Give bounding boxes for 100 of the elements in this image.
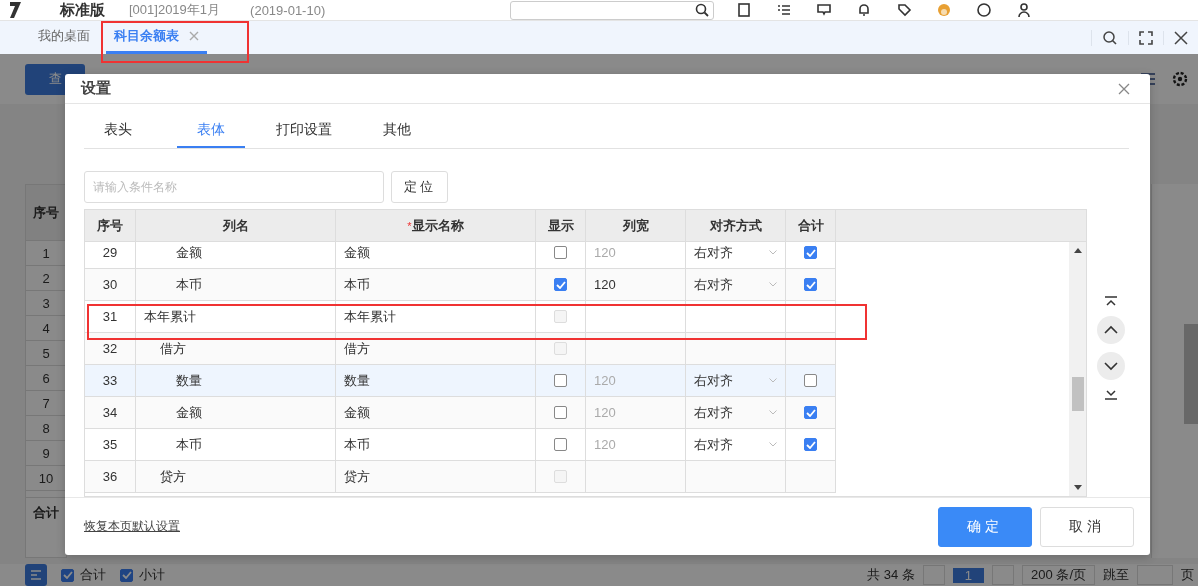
table-cell: 本币: [336, 269, 536, 301]
checkbox[interactable]: [804, 438, 817, 452]
tab[interactable]: 表体: [177, 114, 245, 149]
checkbox[interactable]: [554, 406, 567, 420]
collapse-icon[interactable]: [25, 564, 47, 586]
check-icon: [121, 571, 132, 579]
checkbox[interactable]: [554, 246, 567, 260]
checkbox[interactable]: [804, 278, 817, 292]
select-value: 右对齐: [694, 243, 733, 262]
restore-defaults-link[interactable]: 恢复本页默认设置: [84, 518, 180, 536]
list-icon[interactable]: [776, 2, 793, 18]
locate-button[interactable]: 定位: [391, 171, 448, 204]
table-cell: 31: [85, 301, 136, 333]
page-size-select[interactable]: 200 条/页: [1022, 565, 1095, 585]
caret-icon: [769, 410, 777, 416]
alignment-select[interactable]: 右对齐: [694, 371, 777, 390]
tab[interactable]: 其他: [363, 114, 431, 149]
check-icon: [555, 280, 566, 289]
table-cell: 34: [85, 397, 136, 429]
caret-icon: [769, 282, 777, 288]
table-row[interactable]: 36 贷方 贷方: [85, 461, 836, 494]
table-row[interactable]: 31 本年累计 本年累计: [85, 301, 836, 334]
column-header: 对齐方式: [686, 210, 786, 242]
search-field[interactable]: [510, 0, 715, 20]
checkbox[interactable]: [554, 374, 567, 388]
checkbox[interactable]: [804, 406, 817, 420]
table-cell: 贷方: [336, 461, 536, 493]
checkbox[interactable]: [554, 438, 567, 452]
checkbox[interactable]: [61, 568, 74, 582]
header-label: 显示名称: [411, 216, 464, 235]
table-row[interactable]: 32 借方 借方: [85, 333, 836, 366]
scrollbar[interactable]: [1069, 242, 1086, 497]
select-value: 右对齐: [694, 371, 733, 390]
table-cell: 金额: [336, 242, 536, 269]
column-header: 合计: [786, 210, 836, 242]
check-icon: [805, 248, 816, 257]
caret-icon: [769, 250, 777, 256]
table-cell: 贷方: [136, 461, 336, 493]
alignment-select[interactable]: 右对齐: [694, 275, 777, 294]
alignment-select[interactable]: 右对齐: [694, 243, 777, 262]
alignment-select[interactable]: 右对齐: [694, 403, 777, 422]
scrollbar-thumb[interactable]: [1071, 377, 1084, 412]
move-down-icon[interactable]: [1097, 352, 1125, 381]
cancel-button[interactable]: 取消: [1040, 506, 1134, 547]
checkbox[interactable]: [554, 278, 567, 292]
scrollbar[interactable]: [1184, 324, 1198, 424]
table-cell: 本年累计: [336, 301, 536, 333]
table-cell: 33: [85, 365, 136, 397]
check-icon: [805, 280, 816, 289]
select-value: 右对齐: [694, 275, 733, 294]
table-cell: 金额: [136, 397, 336, 429]
checkbox[interactable]: [120, 568, 133, 582]
page-unit: 页: [1181, 566, 1195, 584]
table-cell: 35: [85, 429, 136, 461]
table-cell: 本币: [136, 269, 336, 301]
caret-icon: [769, 442, 777, 448]
table-cell: 30: [85, 269, 136, 301]
select-value: 右对齐: [694, 435, 733, 454]
scroll-down-icon[interactable]: [1073, 485, 1082, 491]
table-cell: 本币: [136, 429, 336, 461]
page-tab[interactable]: 我的桌面: [30, 21, 98, 54]
user-icon[interactable]: [1016, 2, 1033, 18]
settings-icon[interactable]: [1170, 69, 1190, 89]
table-row[interactable]: 29 金额 金额 120 右对齐: [85, 242, 836, 270]
caret-icon: [769, 378, 777, 384]
alignment-select[interactable]: 右对齐: [694, 435, 777, 454]
column-header: 序号: [85, 210, 136, 242]
jump-label: 跳至: [1103, 566, 1129, 584]
table-cell: 数量: [336, 365, 536, 397]
width-value[interactable]: 120: [594, 277, 616, 293]
column-header: 列宽: [586, 210, 686, 242]
record-count: 共 34 条: [867, 566, 915, 584]
table-cell: 数量: [136, 365, 336, 397]
table-cell: 金额: [136, 242, 336, 269]
table-row[interactable]: 33 数量 数量 120 右对齐: [85, 365, 836, 398]
column-header: 显示: [536, 210, 586, 242]
option-label: 小计: [139, 566, 165, 584]
table-row[interactable]: 34 金额 金额 120 右对齐: [85, 397, 836, 430]
table-row[interactable]: 30 本币 本币 120 右对齐: [85, 269, 836, 302]
move-up-icon[interactable]: [1097, 316, 1125, 345]
column-header: 列名: [136, 210, 336, 242]
table-cell: 本年累计: [136, 301, 336, 333]
tab[interactable]: 表头: [84, 114, 152, 149]
column-header: 序号: [26, 185, 66, 240]
checkbox[interactable]: [804, 246, 817, 260]
check-icon: [805, 408, 816, 417]
table-cell: 29: [85, 242, 136, 269]
search-field[interactable]: 请输入条件名称: [84, 171, 384, 204]
search-icon[interactable]: [695, 3, 710, 17]
tag-icon[interactable]: [896, 2, 913, 18]
date-text: (2019-01-10): [250, 2, 326, 18]
message-icon[interactable]: [816, 2, 833, 18]
tab[interactable]: 打印设置: [270, 114, 338, 149]
table-cell: 36: [85, 461, 136, 493]
scroll-up-icon[interactable]: [1073, 248, 1082, 254]
table-cell: 金额: [336, 397, 536, 429]
select-value: 右对齐: [694, 403, 733, 422]
move-to-bottom-icon[interactable]: [1104, 388, 1118, 401]
table-row[interactable]: 35 本币 本币 120 右对齐: [85, 429, 836, 462]
checkbox[interactable]: [804, 374, 817, 388]
